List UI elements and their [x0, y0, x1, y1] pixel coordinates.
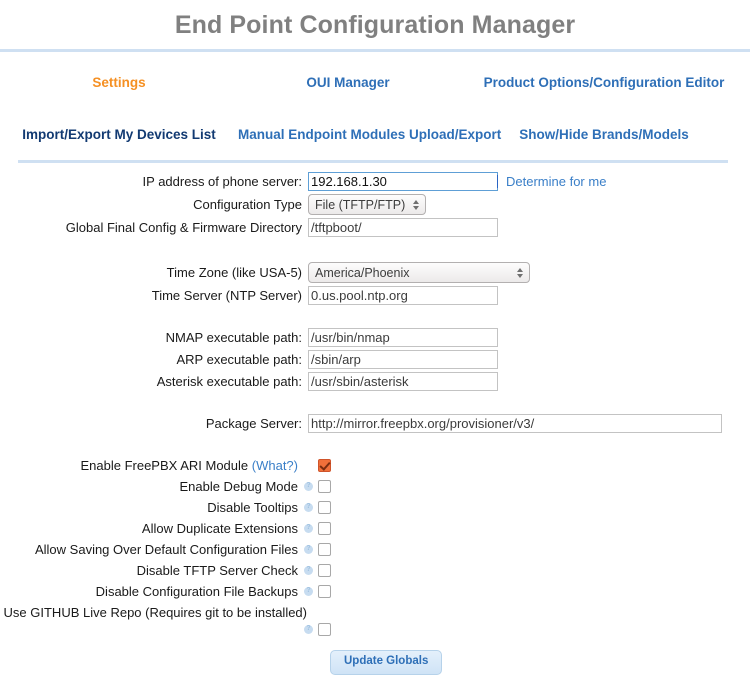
field-row-configuration-type: Configuration Type File (TFTP/FTP): [0, 194, 750, 215]
field-row-nmap-path: NMAP executable path:: [0, 328, 750, 347]
nmap-path-input[interactable]: [308, 328, 498, 347]
field-row-asterisk-path: Asterisk executable path:: [0, 372, 750, 391]
submit-area: Update Globals: [0, 650, 750, 675]
checkbox-row-allow-duplicate-extensions: Allow Duplicate Extensions: [0, 521, 750, 536]
checkbox-allow-saving-over-defaults[interactable]: [318, 543, 331, 556]
nav-link-settings[interactable]: Settings: [92, 75, 145, 90]
time-zone-value: America/Phoenix: [315, 265, 410, 280]
control-global-directory: [308, 218, 498, 237]
label-ip-address: IP address of phone server:: [142, 173, 302, 189]
page-title: End Point Configuration Manager: [174, 11, 576, 39]
label-configuration-type: Configuration Type: [193, 196, 302, 212]
time-zone-select[interactable]: America/Phoenix: [308, 262, 530, 283]
nav-cell-product-options: Product Options/Configuration Editor: [458, 75, 750, 90]
checkbox-row-use-github-live-repo: Use GITHUB Live Repo (Requires git to be…: [0, 605, 750, 636]
nav-link-oui-manager[interactable]: OUI Manager: [306, 75, 389, 90]
checkbox-allow-duplicate-extensions[interactable]: [318, 522, 331, 535]
label-disable-config-file-backups: Disable Configuration File Backups: [95, 584, 298, 599]
info-icon[interactable]: [304, 480, 313, 491]
select-stepper-icon: [517, 267, 523, 278]
checkbox-disable-tooltips[interactable]: [318, 501, 331, 514]
info-icon[interactable]: [304, 585, 313, 596]
control-package-server: [308, 414, 722, 433]
label-disable-tftp-server-check: Disable TFTP Server Check: [136, 563, 298, 578]
asterisk-path-input[interactable]: [308, 372, 498, 391]
label-enable-debug-mode: Enable Debug Mode: [179, 479, 298, 494]
nav-link-import-export-my-devices-list[interactable]: Import/Export My Devices List: [22, 127, 216, 142]
checkbox-enable-debug-mode[interactable]: [318, 480, 331, 493]
nav-cell-settings: Settings: [0, 75, 238, 90]
checkbox-row-allow-saving-over-defaults: Allow Saving Over Default Configuration …: [0, 542, 750, 557]
select-stepper-icon: [413, 199, 420, 210]
label-enable-ari-module-text: Enable FreePBX ARI Module: [80, 458, 249, 473]
field-row-global-directory: Global Final Config & Firmware Directory: [0, 218, 750, 237]
settings-form: IP address of phone server: Determine fo…: [0, 163, 750, 675]
nav-cell-manual-endpoint-modules: Manual Endpoint Modules Upload/Export: [238, 127, 501, 142]
global-directory-input[interactable]: [308, 218, 498, 237]
info-icon[interactable]: [304, 501, 313, 512]
nav-cell-oui-manager: OUI Manager: [238, 75, 458, 90]
nav-row-2: Import/Export My Devices List Manual End…: [0, 108, 750, 160]
nav-link-product-options-configuration-editor[interactable]: Product Options/Configuration Editor: [484, 75, 725, 90]
ip-address-input[interactable]: [308, 172, 498, 191]
info-icon[interactable]: [304, 522, 313, 533]
label-time-zone: Time Zone (like USA-5): [166, 264, 302, 280]
label-enable-ari-module: Enable FreePBX ARI Module (What?): [0, 458, 302, 473]
label-allow-saving-over-defaults: Allow Saving Over Default Configuration …: [34, 542, 298, 557]
field-row-arp-path: ARP executable path:: [0, 350, 750, 369]
determine-for-me-link[interactable]: Determine for me: [506, 174, 606, 189]
checkbox-disable-tftp-server-check[interactable]: [318, 564, 331, 577]
package-server-input[interactable]: [308, 414, 722, 433]
label-asterisk-path: Asterisk executable path:: [156, 373, 302, 389]
label-nmap-path: NMAP executable path:: [165, 329, 302, 345]
control-arp-path: [308, 350, 498, 369]
primary-navigation: Settings OUI Manager Product Options/Con…: [0, 52, 750, 160]
arp-path-input[interactable]: [308, 350, 498, 369]
control-nmap-path: [308, 328, 498, 347]
configuration-type-select[interactable]: File (TFTP/FTP): [308, 194, 427, 215]
nav-link-show-hide-brands-models[interactable]: Show/Hide Brands/Models: [519, 127, 689, 142]
field-row-ip-address: IP address of phone server: Determine fo…: [0, 172, 750, 191]
field-row-time-server: Time Server (NTP Server): [0, 286, 750, 305]
info-icon[interactable]: [304, 623, 313, 634]
control-time-zone: America/Phoenix: [308, 262, 530, 283]
checkbox-row-use-github-live-repo-controls: [0, 623, 750, 636]
label-disable-tooltips: Disable Tooltips: [207, 500, 298, 515]
label-allow-duplicate-extensions: Allow Duplicate Extensions: [141, 521, 298, 536]
label-package-server: Package Server:: [205, 415, 302, 431]
checkbox-disable-config-file-backups[interactable]: [318, 585, 331, 598]
control-time-server: [308, 286, 498, 305]
nav-cell-show-hide-brands: Show/Hide Brands/Models: [458, 127, 750, 142]
checkbox-row-enable-debug-mode: Enable Debug Mode: [0, 479, 750, 494]
label-global-directory: Global Final Config & Firmware Directory: [65, 219, 302, 235]
ari-module-what-link[interactable]: (What?): [252, 458, 298, 473]
nav-cell-import-export: Import/Export My Devices List: [0, 127, 238, 142]
checkbox-use-github-live-repo[interactable]: [318, 623, 331, 636]
field-row-time-zone: Time Zone (like USA-5) America/Phoenix: [0, 262, 750, 283]
checkbox-row-enable-ari-module: Enable FreePBX ARI Module (What?): [0, 458, 750, 473]
configuration-type-value: File (TFTP/FTP): [315, 197, 406, 212]
nav-row-1: Settings OUI Manager Product Options/Con…: [0, 56, 750, 108]
time-server-input[interactable]: [308, 286, 498, 305]
label-time-server: Time Server (NTP Server): [151, 287, 302, 303]
checkbox-enable-ari-module[interactable]: [318, 459, 331, 472]
control-asterisk-path: [308, 372, 498, 391]
info-icon[interactable]: [304, 564, 313, 575]
control-configuration-type: File (TFTP/FTP): [308, 194, 427, 215]
info-icon[interactable]: [304, 543, 313, 554]
text-caret: [497, 175, 498, 188]
label-arp-path: ARP executable path:: [176, 351, 302, 367]
checkbox-row-disable-config-file-backups: Disable Configuration File Backups: [0, 584, 750, 599]
checkbox-row-disable-tftp-server-check: Disable TFTP Server Check: [0, 563, 750, 578]
label-use-github-live-repo: Use GITHUB Live Repo (Requires git to be…: [3, 605, 307, 620]
control-ip-address: Determine for me: [308, 172, 606, 191]
update-globals-button[interactable]: Update Globals: [330, 650, 443, 675]
checkbox-row-disable-tooltips: Disable Tooltips: [0, 500, 750, 515]
field-row-package-server: Package Server:: [0, 414, 750, 433]
